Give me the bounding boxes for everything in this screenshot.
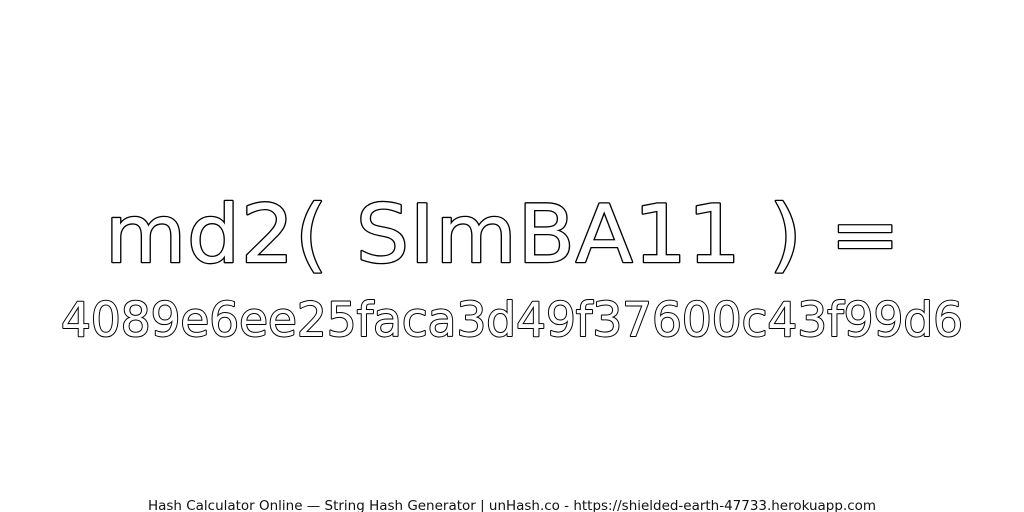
hash-digest-value: 4089e6ee25faca3d49f37600c43f99d6 xyxy=(61,293,963,348)
hash-image: md2( SImBA11 ) = 4089e6ee25faca3d49f3760… xyxy=(0,0,1024,512)
hash-expression-heading: md2( SImBA11 ) = xyxy=(105,188,901,281)
site-footer-caption: Hash Calculator Online — String Hash Gen… xyxy=(148,499,876,512)
